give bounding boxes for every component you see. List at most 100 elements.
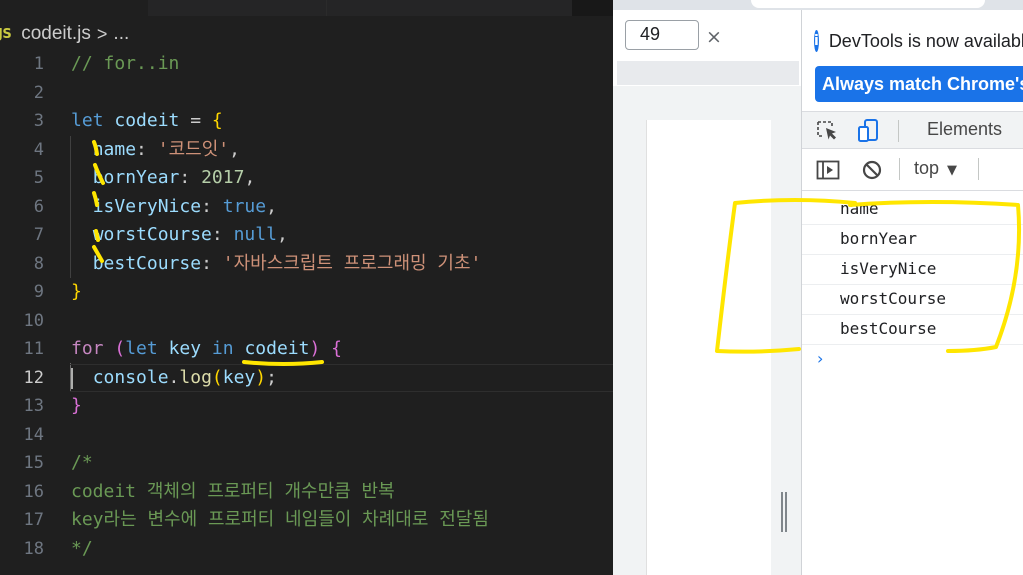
code-token: , [266,195,277,217]
code-line[interactable]: 3 let codeit = { [0,107,613,136]
code-line[interactable]: 18 */ [0,535,613,564]
code-line[interactable]: 9} [0,278,613,307]
code-token: for [71,338,104,359]
code-line[interactable]: 16 codeit 객체의 프로퍼티 개수만큼 반복 [0,478,613,507]
resize-handle-icon[interactable] [781,492,787,532]
code-token: in [211,338,234,359]
code-token: , [276,224,288,245]
code-token: /* [71,452,93,473]
viewport-width-input[interactable]: 49 [625,20,699,50]
editor-tab[interactable] [148,0,327,16]
code-token: // for..in [71,53,180,74]
line-number: 15 [23,453,44,473]
clear-console-icon[interactable] [861,159,883,186]
code-token: = [179,110,212,131]
line-number: 2 [33,82,44,103]
code-line[interactable]: 2 [0,79,613,108]
code-token: } [71,395,82,416]
line-number: 11 [23,339,44,359]
line-number: 4 [33,139,44,160]
code-line[interactable]: 7 worstCourse: null, [0,221,613,250]
code-line[interactable]: 15 /* [0,449,613,478]
code-token: { [211,110,223,131]
breadcrumb-file[interactable]: codeit.js [21,23,91,45]
device-toolbar: 49 × [613,10,801,60]
console-message: isVeryNice [802,255,1023,285]
code-area[interactable]: 1// for..in 2 3 let codeit = {4 name: '코드잇'… [0,50,613,563]
code-text: for (let key in codeit) { [71,335,342,364]
code-token: , [244,167,256,188]
code-token: ) [309,338,321,359]
code-line[interactable]: 5 bornYear: 2017, [0,164,613,193]
js-file-icon: JS [0,26,12,42]
show-sidebar-icon[interactable] [816,160,840,185]
code-token: ; [266,366,277,388]
code-line[interactable]: 6 isVeryNice: true, [0,193,613,222]
line-number: 5 [33,168,44,188]
code-token: : [179,167,202,188]
code-editor: JS codeit.js > ... 1 // for..in 2 3 let code… [0,0,613,575]
code-line[interactable]: 13} [0,392,613,421]
tab-elements[interactable]: Elements [927,119,1002,140]
media-query-bar[interactable] [617,61,799,85]
console-message: bestCourse [802,315,1023,345]
editor-tab-active[interactable] [0,0,148,16]
breadcrumb-more[interactable]: ... [113,23,129,45]
editor-tab[interactable] [327,0,572,16]
line-number: 6 [33,196,44,217]
code-text: codeit 객체의 프로퍼티 개수만큼 반복 [71,478,395,507]
console-output: name bornYear isVeryNice worstCourse bes… [802,195,1023,375]
code-token: key라는 변수에 프로퍼티 네임들이 차례대로 전달됨 [71,509,489,530]
code-token: . [168,366,180,388]
code-token: key [168,338,202,359]
code-token: : [201,252,223,274]
inspect-element-icon[interactable] [816,120,840,147]
code-text: */ [71,535,93,564]
devtools-panel: i DevTools is now available in your lang… [802,10,1023,575]
breadcrumb: JS codeit.js > ... [0,20,613,48]
browser-window: 49 × i DevTools is now available in your… [613,0,1023,575]
line-number: 8 [33,253,44,274]
device-toolbar-icon[interactable] [856,118,882,149]
code-token: let [125,338,158,359]
code-line[interactable]: 11 for (let key in codeit) { [0,335,613,364]
code-token: : [136,138,158,160]
code-line[interactable]: 10 [0,307,613,336]
infobar-text: DevTools is now available in your langua… [828,30,1023,51]
context-select[interactable]: top ▼ [914,158,957,179]
code-token: name [92,138,137,160]
dropdown-caret-icon: ▼ [947,163,958,178]
console-toolbar: top ▼ [802,149,1023,189]
code-token: console [92,366,169,388]
line-number: 18 [23,538,44,559]
code-line[interactable]: 8 bestCourse: '자바스크립트 프로그래밍 기초' [0,250,613,279]
browser-tab[interactable] [751,0,985,8]
code-token: key [222,366,256,388]
code-line[interactable]: 12 console.log(key); [0,363,613,393]
dimension-times-icon: × [706,26,722,48]
code-line[interactable]: 1 // for..in [0,50,613,79]
code-token: codeit [114,110,180,131]
code-line[interactable]: 17 key라는 변수에 프로퍼티 네임들이 차례대로 전달됨 [0,506,613,535]
code-token: : [201,195,223,217]
console-prompt-icon[interactable]: › [802,345,1023,375]
code-text: worstCourse: null, [71,221,288,250]
code-text: isVeryNice: true, [71,193,277,222]
code-line[interactable]: 14 [0,421,613,450]
code-token: */ [71,537,93,559]
browser-tab-strip [613,0,1023,10]
line-number: 17 [23,510,44,530]
code-line[interactable]: 4 name: '코드잇', [0,136,613,165]
code-token: bornYear [92,167,180,188]
page-viewport[interactable] [646,120,771,575]
match-language-button[interactable]: Always match Chrome's language [815,66,1023,102]
code-token: , [229,138,240,160]
